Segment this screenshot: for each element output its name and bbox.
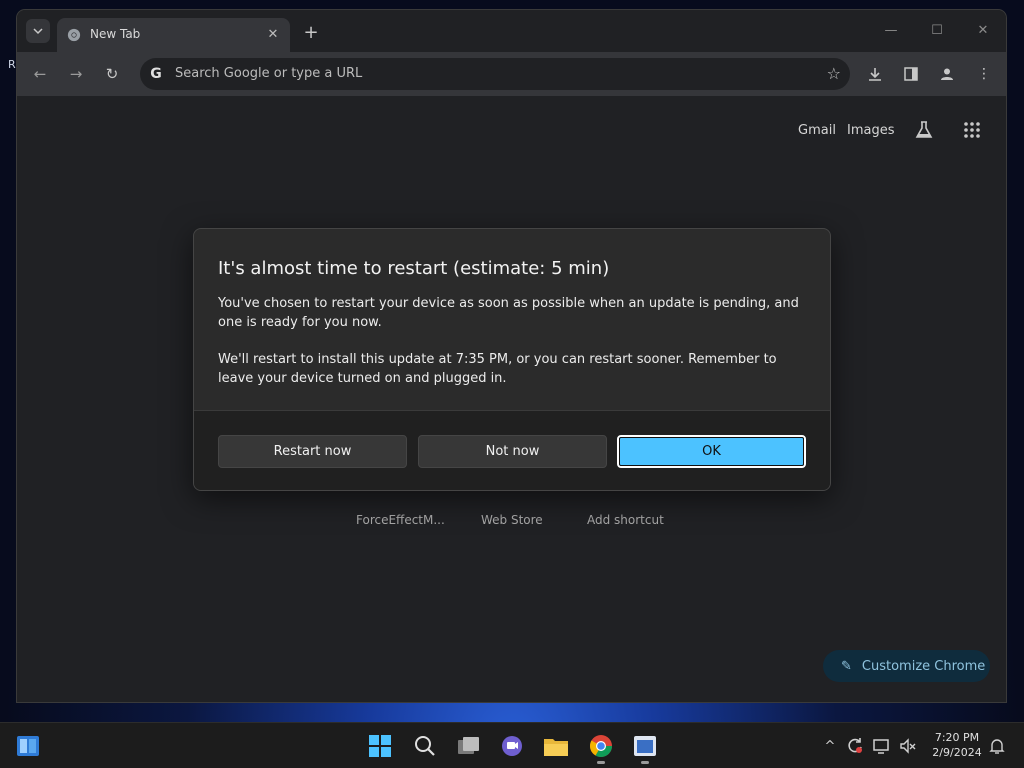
running-indicator	[597, 761, 605, 764]
network-tray-button[interactable]	[873, 737, 891, 755]
update-restart-icon	[848, 738, 862, 753]
google-g-icon: G	[150, 66, 162, 82]
notifications-button[interactable]	[988, 737, 1006, 755]
more-vert-icon: ⋮	[977, 66, 991, 82]
close-icon: ✕	[267, 26, 279, 42]
chrome-favicon-icon	[67, 28, 81, 42]
reload-button[interactable]: ↻	[100, 62, 124, 86]
tab-search-button[interactable]	[26, 19, 50, 43]
close-icon: ✕	[977, 22, 989, 38]
restart-now-button[interactable]: Restart now	[218, 435, 407, 468]
update-tray-button[interactable]	[846, 737, 864, 755]
teams-chat-button[interactable]	[498, 732, 526, 760]
images-link[interactable]: Images	[847, 123, 895, 138]
search-icon	[415, 736, 435, 756]
dialog-paragraph-2: We'll restart to install this update at …	[218, 352, 777, 386]
taskbar: ^ 7:20 PM 2/9/2024	[0, 722, 1024, 768]
chevron-down-icon	[33, 28, 43, 35]
restart-dialog: It's almost time to restart (estimate: 5…	[193, 228, 831, 491]
shortcut-forceeffect[interactable]: ForceEffectM...	[356, 513, 445, 527]
start-icon	[369, 735, 391, 757]
profile-icon	[941, 68, 953, 80]
ok-button[interactable]: OK	[617, 435, 806, 468]
dialog-paragraph-1: You've chosen to restart your device as …	[218, 296, 799, 330]
tab-strip: New Tab ✕ + — ☐ ✕	[17, 10, 1006, 52]
labs-button[interactable]	[912, 118, 936, 142]
bookmark-star-icon[interactable]: ☆	[827, 64, 841, 83]
reload-icon: ↻	[105, 65, 119, 83]
minimize-button[interactable]: —	[877, 18, 905, 42]
minimize-icon: —	[884, 22, 898, 38]
close-window-button[interactable]: ✕	[969, 18, 997, 42]
apps-grid-icon	[964, 122, 980, 138]
task-view-button[interactable]	[455, 732, 483, 760]
file-explorer-icon	[544, 739, 568, 756]
browser-toolbar: ← → ↻ G Search Google or type a URL ☆ ⋮	[17, 52, 1006, 96]
shortcut-web-store[interactable]: Web Store	[481, 513, 543, 527]
downloads-button[interactable]	[863, 62, 887, 86]
dialog-title: It's almost time to restart (estimate: 5…	[218, 258, 610, 279]
widgets-icon	[17, 736, 39, 756]
desktop-icon-label-fragment: R	[8, 58, 16, 71]
new-tab-button[interactable]: +	[299, 20, 323, 44]
start-button[interactable]	[366, 732, 394, 760]
customize-chrome-label: Customize Chrome	[861, 658, 986, 674]
network-icon	[873, 739, 889, 754]
omnibox[interactable]: G Search Google or type a URL ☆	[140, 58, 850, 90]
apps-button[interactable]	[960, 118, 984, 142]
plus-icon: +	[303, 21, 319, 43]
clock-time: 7:20 PM	[934, 731, 980, 744]
file-explorer-button[interactable]	[542, 732, 570, 760]
side-panel-icon	[904, 67, 918, 81]
chrome-menu-button[interactable]: ⋮	[972, 62, 996, 86]
customize-chrome-button[interactable]: ✎ Customize Chrome	[823, 650, 990, 682]
search-button[interactable]	[411, 732, 439, 760]
omnibox-input[interactable]: Search Google or type a URL	[175, 66, 362, 81]
show-hidden-icons-button[interactable]: ^	[821, 737, 839, 755]
chrome-icon	[590, 735, 612, 757]
tab-new-tab[interactable]: New Tab ✕	[57, 18, 290, 52]
maximize-button[interactable]: ☐	[923, 18, 951, 42]
flask-icon	[915, 121, 933, 138]
clock-date: 2/9/2024	[932, 746, 982, 759]
volume-tray-button[interactable]	[899, 737, 917, 755]
teams-chat-icon	[502, 736, 522, 756]
pencil-icon: ✎	[841, 658, 852, 674]
app-window-button[interactable]	[631, 732, 659, 764]
forward-button[interactable]: →	[64, 62, 88, 86]
profile-button[interactable]	[935, 62, 959, 86]
not-now-button[interactable]: Not now	[418, 435, 607, 468]
task-view-icon	[458, 737, 479, 754]
arrow-left-icon: ←	[33, 65, 47, 83]
tab-close-button[interactable]: ✕	[264, 25, 282, 43]
dialog-footer: Restart now Not now OK	[194, 410, 830, 490]
app-window-icon	[634, 736, 656, 756]
shortcut-add[interactable]: Add shortcut	[587, 513, 664, 527]
arrow-right-icon: →	[69, 65, 83, 83]
chevron-up-icon: ^	[824, 738, 836, 754]
widgets-button[interactable]	[14, 732, 42, 760]
running-indicator	[641, 761, 649, 764]
tab-title: New Tab	[90, 27, 141, 41]
chrome-taskbar-button[interactable]	[587, 732, 615, 764]
notification-bell-icon	[989, 739, 1005, 754]
maximize-icon: ☐	[931, 22, 943, 38]
gmail-link[interactable]: Gmail	[798, 123, 836, 138]
side-panel-button[interactable]	[899, 62, 923, 86]
taskbar-clock[interactable]: 7:20 PM 2/9/2024	[926, 730, 988, 760]
back-button[interactable]: ←	[28, 62, 52, 86]
download-icon	[869, 68, 881, 81]
volume-muted-icon	[900, 738, 916, 754]
